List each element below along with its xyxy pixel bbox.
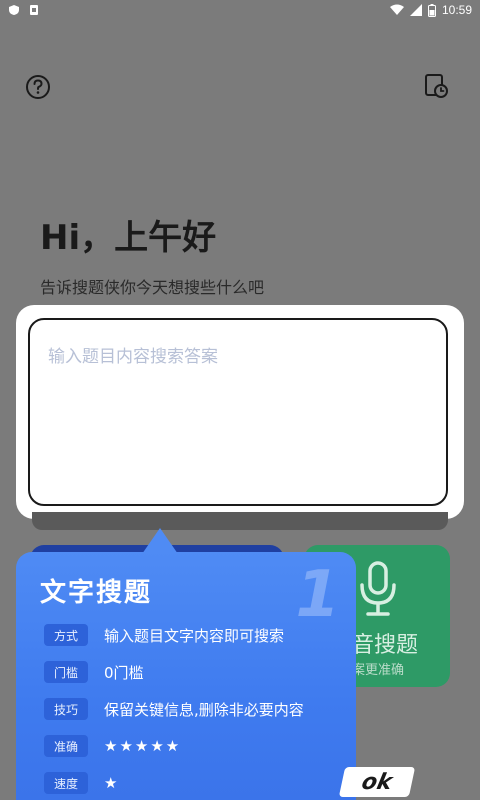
info-tag: 速度 (44, 772, 88, 794)
info-tag: 方式 (44, 624, 88, 646)
info-tag: 准确 (44, 735, 88, 757)
wifi-icon (389, 4, 404, 15)
status-time: 10:59 (441, 3, 472, 17)
text-search-tooltip: 1 文字搜题 方式 输入题目文字内容即可搜索 门槛 0门槛 技巧 保留关键信息,… (16, 528, 356, 800)
tooltip-tail (142, 528, 178, 554)
shield-icon (9, 5, 19, 15)
help-button[interactable] (20, 69, 56, 105)
info-value: 保留关键信息,删除非必要内容 (104, 700, 304, 719)
accuracy-stars: ★★★★★ (104, 737, 182, 755)
info-value: 输入题目文字内容即可搜索 (104, 626, 285, 645)
step-number-watermark: 1 (295, 558, 340, 632)
info-row-tips: 技巧 保留关键信息,删除非必要内容 (44, 698, 304, 720)
speed-stars: ★ (104, 774, 120, 792)
info-row-method: 方式 输入题目文字内容即可搜索 (44, 624, 284, 646)
greeting-subtitle: 告诉搜题侠你今天想搜些什么吧 (40, 278, 265, 297)
info-row-accuracy: 准确 ★★★★★ (44, 735, 181, 757)
info-row-speed: 速度 ★ (44, 772, 119, 794)
ok-button[interactable]: ok (338, 767, 416, 797)
tooltip-title: 文字搜题 (40, 578, 153, 608)
voice-search-label: 音搜题 (352, 633, 419, 658)
info-value: 0门槛 (104, 663, 144, 682)
greeting-title: Hi，上午好 (40, 218, 217, 258)
clock-document-icon (425, 74, 448, 98)
history-button[interactable] (418, 68, 454, 104)
voice-search-sub: 案更准确 (352, 663, 405, 678)
question-circle-icon (26, 75, 50, 99)
status-bar: 10:59 (0, 0, 480, 22)
info-tag: 门槛 (44, 661, 88, 683)
info-row-threshold: 门槛 0门槛 (44, 661, 144, 683)
search-input[interactable]: 输入题目内容搜索答案 (28, 318, 448, 506)
signal-icon (409, 4, 422, 16)
search-placeholder: 输入题目内容搜索答案 (48, 347, 218, 367)
sim-icon (30, 5, 38, 15)
microphone-icon (360, 561, 396, 616)
battery-icon (427, 3, 436, 17)
search-card-shadow (32, 512, 448, 530)
info-tag: 技巧 (44, 698, 88, 720)
